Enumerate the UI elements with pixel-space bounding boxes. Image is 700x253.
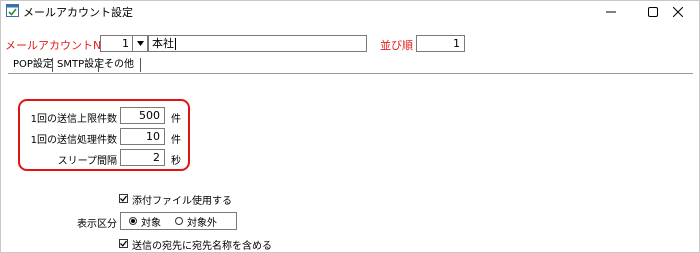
account-no-label: メールアカウントNO: [5, 39, 110, 52]
radio-target[interactable]: [129, 217, 137, 225]
minimize-icon: [606, 11, 616, 12]
text-caret: [175, 38, 176, 50]
process-count-label: 1回の送信処理件数: [30, 135, 117, 146]
radio-target-label: 対象: [141, 217, 161, 229]
sleep-interval-unit: 秒: [171, 156, 181, 167]
account-no-dropdown-button[interactable]: [132, 36, 147, 51]
send-limit-input[interactable]: 500: [120, 107, 165, 124]
tab-pop-settings[interactable]: POP設定: [9, 58, 57, 74]
window-title: メールアカウント設定: [23, 6, 133, 19]
account-name-input[interactable]: 本社: [148, 35, 367, 52]
close-button[interactable]: [657, 1, 699, 22]
radio-selected-dot: [131, 219, 135, 223]
tab-separator: [98, 58, 99, 72]
tab-underline: [8, 73, 693, 74]
tab-separator: [140, 58, 141, 72]
radio-non-target-label: 対象外: [187, 217, 217, 229]
display-category-radio-group: 対象 対象外: [120, 212, 237, 230]
use-attachment-checkbox[interactable]: [119, 194, 128, 203]
order-label: 並び順: [380, 39, 413, 52]
use-attachment-label: 添付ファイル使用する: [132, 196, 232, 207]
include-recipient-name-checkbox[interactable]: [119, 239, 128, 248]
title-bar: メールアカウント設定: [1, 1, 699, 22]
account-no-select[interactable]: 1: [100, 35, 148, 52]
send-limit-label: 1回の送信上限件数: [30, 114, 117, 125]
send-limit-unit: 件: [171, 114, 181, 125]
sleep-interval-label: スリープ間隔: [57, 156, 117, 167]
chevron-down-icon: [136, 41, 144, 46]
tab-other[interactable]: その他: [100, 58, 138, 74]
account-name-value: 本社: [152, 37, 174, 50]
radio-non-target[interactable]: [175, 217, 183, 225]
process-count-unit: 件: [171, 135, 181, 146]
sleep-interval-input[interactable]: 2: [120, 149, 165, 166]
order-input[interactable]: 1: [416, 35, 465, 52]
app-icon: [6, 4, 19, 17]
display-category-label: 表示区分: [77, 219, 117, 230]
dialog-window: メールアカウント設定 メールアカウントNO 1 本社 並び順 1 POP設定 S…: [0, 0, 700, 253]
checkmark-icon: [120, 195, 127, 202]
include-recipient-name-label: 送信の宛先に宛先名称を含める: [132, 241, 272, 252]
checkmark-icon: [120, 240, 127, 247]
account-no-value: 1: [122, 37, 129, 50]
minimize-button[interactable]: [590, 1, 632, 22]
process-count-input[interactable]: 10: [120, 128, 165, 145]
close-icon: [673, 6, 683, 17]
